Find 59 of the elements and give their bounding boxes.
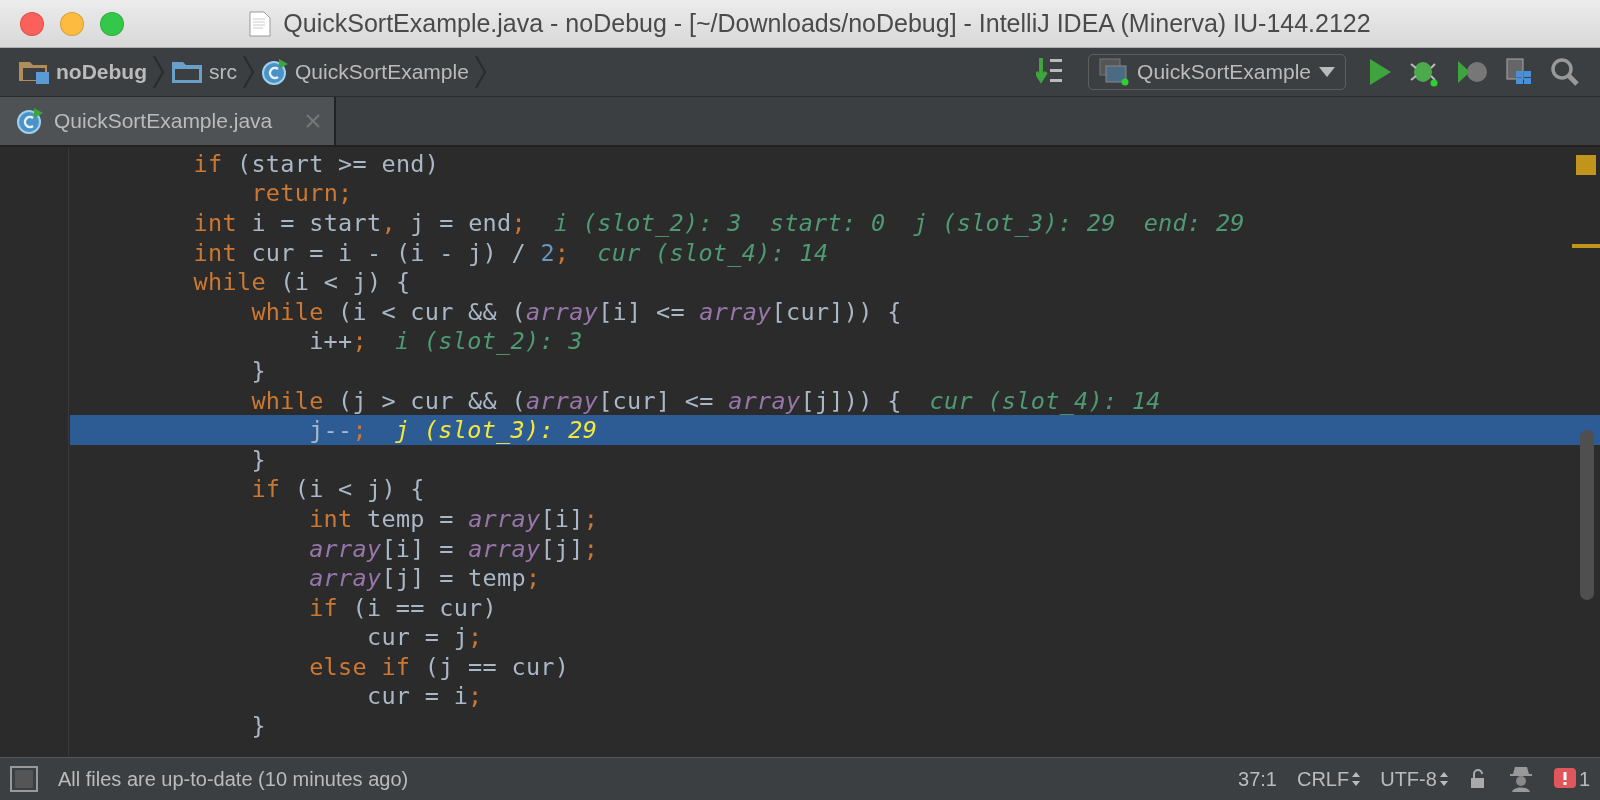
code-text: if (i == cur): [309, 593, 497, 622]
code-text: while (i < j) {: [193, 268, 411, 297]
encoding-selector[interactable]: UTF-8: [1380, 767, 1448, 791]
up-down-icon: [1439, 772, 1448, 786]
editor-tab[interactable]: QuickSortExample.java: [0, 97, 336, 145]
zoom-button[interactable]: [100, 11, 124, 36]
module-folder-icon: [18, 59, 50, 85]
breadcrumb-item[interactable]: QuickSortExample: [295, 60, 469, 84]
run-configuration-dropdown[interactable]: QuickSortExample: [1088, 54, 1346, 90]
chevron-icon: [474, 55, 487, 89]
code-text: if (start >= end): [193, 149, 440, 178]
up-down-icon: [1352, 772, 1361, 786]
scrollbar-thumb[interactable]: [1580, 430, 1594, 600]
line-separator-selector[interactable]: CRLF: [1296, 767, 1361, 791]
chevron-icon: [153, 55, 165, 89]
class-icon: [261, 58, 289, 86]
code-text: j--;: [309, 416, 367, 445]
status-message: All files are up-to-date (10 minutes ago): [58, 767, 409, 791]
code-text: }: [251, 712, 266, 741]
breadcrumb-item[interactable]: noDebug: [56, 60, 147, 84]
code-text: i++;: [309, 327, 367, 356]
inline-value-hint: cur (slot_4): 14: [929, 386, 1161, 415]
analysis-status-marker: [1576, 155, 1596, 175]
caret-position[interactable]: 37:1: [1238, 767, 1277, 791]
code-text: else if (j == cur): [309, 652, 570, 681]
document-icon: [249, 10, 272, 37]
code-text: while (i < cur && (array[i] <= array[cur])) {: [251, 297, 902, 326]
code-text: array[i] = array[j];: [309, 534, 599, 563]
inline-value-hint: start: 0: [769, 209, 886, 237]
inline-value-hint: i (slot_2): 3: [553, 209, 742, 237]
inline-value-hint: j (slot_3): 29: [395, 416, 598, 445]
code-text: cur = j;: [366, 623, 483, 652]
code-text: int i = start, j = end;: [193, 209, 526, 237]
class-icon: [16, 107, 44, 135]
code-text: while (j > cur && (array[cur] <= array[j])) {: [251, 386, 902, 415]
code-text: array[j] = temp;: [309, 564, 541, 593]
window-icon: [1099, 58, 1130, 86]
panel-toggle-icon[interactable]: [10, 766, 38, 792]
inline-value-hint: j (slot_3): 29: [913, 209, 1116, 237]
code-text: }: [251, 356, 266, 385]
inline-value-hint: cur (slot_4): 14: [597, 238, 829, 267]
inline-value-hint: end: 29: [1143, 209, 1245, 237]
chevron-icon: [243, 55, 255, 89]
code-text: cur = i;: [366, 682, 483, 711]
error-stripe-mark: [1572, 244, 1600, 248]
code-text: int temp = array[i];: [309, 504, 599, 533]
folder-icon: [171, 59, 203, 85]
close-icon[interactable]: [306, 114, 320, 128]
breadcrumb-item[interactable]: src: [209, 60, 237, 84]
close-button[interactable]: [20, 11, 44, 36]
minimize-button[interactable]: [60, 11, 84, 36]
inspector-icon[interactable]: [1507, 765, 1534, 793]
inline-value-hint: i (slot_2): 3: [395, 327, 583, 356]
code-text: return;: [251, 179, 353, 208]
window-title: QuickSortExample.java - noDebug - [~/Downloads/noDebug] - IntelliJ IDEA (Minerva) IU-144.2122: [283, 9, 1371, 38]
code-text: int cur = i - (i - j) / 2;: [193, 238, 570, 267]
caret-icon: [1319, 67, 1335, 77]
code-text: if (i < j) {: [251, 475, 425, 504]
code-text: }: [251, 445, 266, 474]
